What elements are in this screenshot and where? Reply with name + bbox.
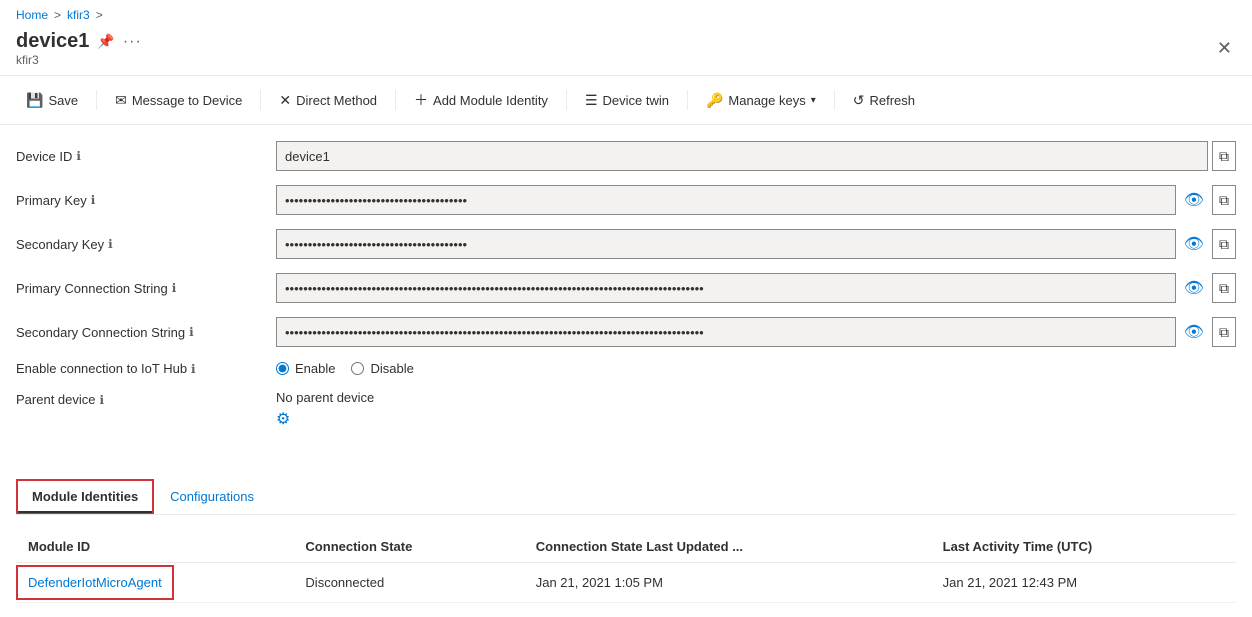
secondary-key-label: Secondary Key bbox=[16, 237, 104, 252]
secondary-conn-input[interactable] bbox=[276, 317, 1176, 347]
col-connection-state-updated: Connection State Last Updated ... bbox=[524, 531, 931, 563]
primary-conn-eye-button[interactable]: 👁 bbox=[1180, 276, 1208, 300]
toolbar-divider bbox=[96, 90, 97, 110]
secondary-conn-label: Secondary Connection String bbox=[16, 325, 185, 340]
toolbar-divider4 bbox=[566, 90, 567, 110]
device-twin-button[interactable]: ☰ Device twin bbox=[575, 86, 679, 115]
primary-key-label: Primary Key bbox=[16, 193, 87, 208]
module-id-cell: DefenderIotMicroAgent bbox=[16, 563, 293, 603]
save-icon: 💾 bbox=[26, 92, 43, 109]
enable-radio[interactable] bbox=[276, 362, 289, 375]
enable-label: Enable bbox=[295, 361, 335, 376]
breadcrumb-parent[interactable]: kfir3 bbox=[67, 8, 90, 22]
toolbar-divider6 bbox=[834, 90, 835, 110]
secondary-conn-copy-button[interactable]: ⧉ bbox=[1212, 317, 1236, 347]
refresh-icon: ↺ bbox=[853, 92, 865, 109]
add-module-identity-button[interactable]: ＋ Add Module Identity bbox=[404, 84, 558, 116]
secondary-conn-eye-button[interactable]: 👁 bbox=[1180, 320, 1208, 344]
tab-configurations[interactable]: Configurations bbox=[154, 479, 270, 514]
key-icon: 🔑 bbox=[706, 92, 723, 109]
primary-conn-info-icon: ℹ bbox=[172, 281, 177, 295]
last-updated-cell: Jan 21, 2021 1:05 PM bbox=[524, 563, 931, 603]
col-last-activity: Last Activity Time (UTC) bbox=[931, 531, 1236, 563]
disable-radio[interactable] bbox=[351, 362, 364, 375]
breadcrumb: Home > kfir3 > bbox=[0, 0, 1252, 26]
message-to-device-button[interactable]: ✉ Message to Device bbox=[105, 86, 252, 115]
chevron-down-icon: ▾ bbox=[811, 95, 816, 106]
enable-conn-info-icon: ℹ bbox=[191, 362, 196, 376]
breadcrumb-sep1: > bbox=[54, 8, 61, 22]
secondary-key-eye-button[interactable]: 👁 bbox=[1180, 232, 1208, 256]
close-button[interactable]: ✕ bbox=[1213, 34, 1236, 63]
add-icon: ＋ bbox=[414, 90, 428, 110]
more-options-icon[interactable]: ··· bbox=[123, 33, 142, 51]
breadcrumb-sep2: > bbox=[96, 8, 103, 22]
device-id-info-icon: ℹ bbox=[76, 149, 81, 163]
disable-label: Disable bbox=[370, 361, 413, 376]
subtitle: kfir3 bbox=[16, 53, 142, 67]
primary-key-info-icon: ℹ bbox=[91, 193, 96, 207]
primary-conn-input[interactable] bbox=[276, 273, 1176, 303]
toolbar-divider5 bbox=[687, 90, 688, 110]
enable-radio-label[interactable]: Enable bbox=[276, 361, 335, 376]
device-id-input[interactable] bbox=[276, 141, 1208, 171]
col-connection-state: Connection State bbox=[293, 531, 523, 563]
connection-state-cell: Disconnected bbox=[293, 563, 523, 603]
no-parent-text: No parent device bbox=[276, 390, 374, 405]
refresh-button[interactable]: ↺ Refresh bbox=[843, 86, 925, 115]
secondary-key-info-icon: ℹ bbox=[108, 237, 113, 251]
tab-module-identities[interactable]: Module Identities bbox=[18, 481, 152, 512]
device-id-label: Device ID bbox=[16, 149, 72, 164]
save-button[interactable]: 💾 Save bbox=[16, 86, 88, 115]
message-icon: ✉ bbox=[115, 92, 127, 109]
direct-method-icon: ✕ bbox=[279, 92, 291, 109]
toolbar-divider2 bbox=[260, 90, 261, 110]
device-id-copy-button[interactable]: ⧉ bbox=[1212, 141, 1236, 171]
breadcrumb-home[interactable]: Home bbox=[16, 8, 48, 22]
secondary-key-copy-button[interactable]: ⧉ bbox=[1212, 229, 1236, 259]
parent-device-label: Parent device bbox=[16, 392, 96, 407]
enable-conn-label: Enable connection to IoT Hub bbox=[16, 361, 187, 376]
page-title: device1 bbox=[16, 30, 89, 53]
parent-device-gear-icon[interactable]: ⚙ bbox=[276, 409, 374, 429]
primary-conn-copy-button[interactable]: ⧉ bbox=[1212, 273, 1236, 303]
secondary-key-input[interactable] bbox=[276, 229, 1176, 259]
col-module-id: Module ID bbox=[16, 531, 293, 563]
secondary-conn-info-icon: ℹ bbox=[189, 325, 194, 339]
pin-icon[interactable]: 📌 bbox=[97, 33, 114, 50]
last-activity-cell: Jan 21, 2021 12:43 PM bbox=[931, 563, 1236, 603]
primary-conn-label: Primary Connection String bbox=[16, 281, 168, 296]
table-row: DefenderIotMicroAgent Disconnected Jan 2… bbox=[16, 563, 1236, 603]
parent-device-info-icon: ℹ bbox=[100, 393, 105, 407]
primary-key-copy-button[interactable]: ⧉ bbox=[1212, 185, 1236, 215]
toolbar-divider3 bbox=[395, 90, 396, 110]
module-id-link[interactable]: DefenderIotMicroAgent bbox=[28, 575, 162, 590]
primary-key-input[interactable] bbox=[276, 185, 1176, 215]
manage-keys-button[interactable]: 🔑 Manage keys ▾ bbox=[696, 86, 826, 115]
primary-key-eye-button[interactable]: 👁 bbox=[1180, 188, 1208, 212]
direct-method-button[interactable]: ✕ Direct Method bbox=[269, 86, 387, 115]
disable-radio-label[interactable]: Disable bbox=[351, 361, 413, 376]
device-twin-icon: ☰ bbox=[585, 92, 598, 109]
